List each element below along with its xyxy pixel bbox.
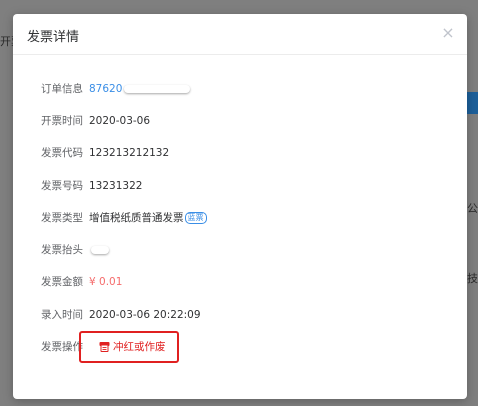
field-label: 录入时间 [41, 309, 83, 321]
field-value: 13231322 [89, 179, 143, 192]
invoice-type-tag: 蓝票 [184, 211, 207, 224]
field-label: 开票时间 [41, 115, 83, 127]
field-label: 发票代码 [41, 147, 83, 159]
field-invoice-amount: 发票金额 ¥ 0.01 [41, 274, 122, 289]
masked-invoice-header [91, 245, 109, 254]
masked-order-number [124, 84, 191, 93]
field-label: 订单信息 [41, 83, 83, 95]
dialog-header: 发票详情 × [13, 14, 467, 55]
field-value: 2020-03-06 20:22:09 [89, 308, 201, 321]
field-order-info: 订单信息 87620 [41, 81, 191, 96]
field-invoice-type: 发票类型 增值税纸质普通发票 蓝票 [41, 210, 207, 225]
field-label: 发票金额 [41, 276, 83, 288]
field-value: 2020-03-06 [89, 114, 151, 127]
background-text-right-2: 技 [467, 272, 478, 285]
field-label: 发票号码 [41, 180, 83, 192]
field-invoice-code: 发票代码 123213212132 [41, 145, 169, 160]
background-blue-bar [466, 92, 478, 114]
order-info-link[interactable]: 87620 [89, 83, 122, 95]
field-value: 123213212132 [89, 146, 170, 159]
void-invoice-button[interactable]: 冲红或作废 [99, 339, 166, 354]
void-invoice-label: 冲红或作废 [113, 341, 166, 353]
field-invoice-time: 开票时间 2020-03-06 [41, 113, 150, 128]
invoice-amount: ¥ 0.01 [89, 275, 123, 288]
field-invoice-number: 发票号码 13231322 [41, 178, 142, 193]
invoice-icon [99, 342, 110, 352]
invoice-detail-dialog: 发票详情 × 订单信息 87620 开票时间 2020-03-06 发票代码 1… [13, 14, 467, 399]
field-label: 发票抬头 [41, 244, 83, 256]
dialog-title: 发票详情 [27, 30, 80, 45]
field-value: 增值税纸质普通发票 [89, 212, 184, 224]
close-icon[interactable]: × [439, 24, 457, 42]
field-entry-time: 录入时间 2020-03-06 20:22:09 [41, 307, 201, 322]
field-label: 发票类型 [41, 212, 83, 224]
field-invoice-header: 发票抬头 [41, 242, 109, 257]
